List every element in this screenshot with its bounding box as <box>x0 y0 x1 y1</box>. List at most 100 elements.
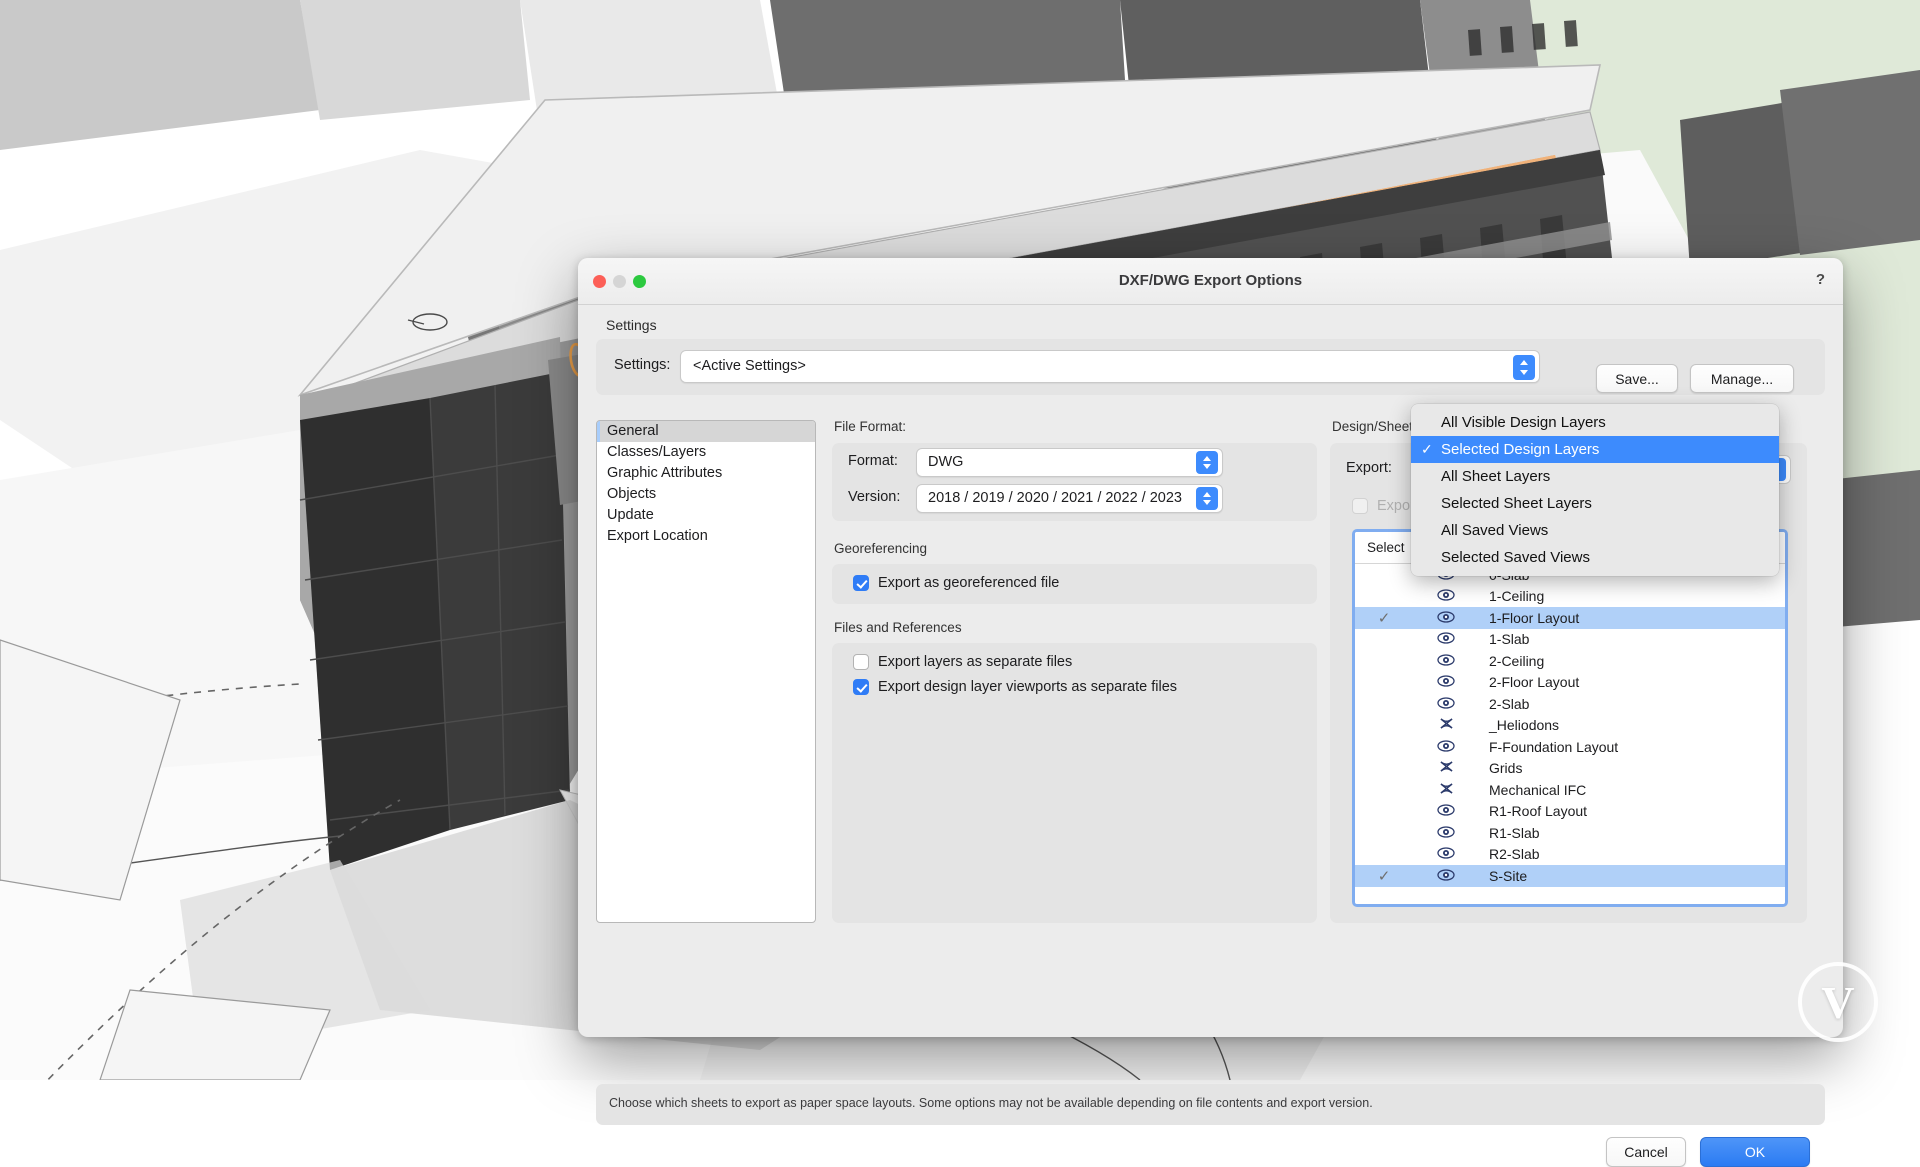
menu-item[interactable]: All Saved Views <box>1411 517 1779 544</box>
eye-hidden-icon <box>1439 717 1454 730</box>
files-references-group: Export layers as separate files Export d… <box>832 643 1317 923</box>
layer-visible-icon[interactable] <box>1413 696 1479 712</box>
table-row[interactable]: 2-Floor Layout <box>1355 672 1785 694</box>
format-combo-value: DWG <box>928 454 963 470</box>
save-button[interactable]: Save... <box>1596 364 1678 393</box>
export-georeferenced-checkbox[interactable] <box>853 575 869 591</box>
eye-icon <box>1437 869 1455 881</box>
sidebar-item-export-location[interactable]: Export Location <box>597 526 815 547</box>
sidebar-item-objects[interactable]: Objects <box>597 484 815 505</box>
sidebar-item-general[interactable]: General <box>597 421 815 442</box>
table-row[interactable]: _Heliodons <box>1355 715 1785 737</box>
manage-button[interactable]: Manage... <box>1690 364 1794 393</box>
export-viewports-separate-checkbox[interactable] <box>853 679 869 695</box>
row-checkmark-icon[interactable]: ✓ <box>1355 609 1413 627</box>
settings-combo-stepper-icon[interactable] <box>1513 355 1535 380</box>
export-label: Export: <box>1346 460 1392 476</box>
export-viewports-separate-label: Export design layer viewports as separat… <box>878 679 1177 695</box>
layer-visible-icon[interactable] <box>1413 868 1479 884</box>
layer-name: F-Foundation Layout <box>1479 739 1618 755</box>
format-label: Format: <box>848 453 898 469</box>
sidebar-item-classes-layers[interactable]: Classes/Layers <box>597 442 815 463</box>
layer-visible-icon[interactable] <box>1413 674 1479 690</box>
menu-item[interactable]: All Visible Design Layers <box>1411 409 1779 436</box>
menu-item[interactable]: All Sheet Layers <box>1411 463 1779 490</box>
export-type-dropdown-menu[interactable]: All Visible Design Layers✓Selected Desig… <box>1411 404 1779 576</box>
eye-icon <box>1437 654 1455 666</box>
menu-item[interactable]: ✓Selected Design Layers <box>1411 436 1779 463</box>
dxf-dwg-export-options-dialog: DXF/DWG Export Options ? Settings Settin… <box>578 258 1843 1037</box>
table-row[interactable]: 1-Slab <box>1355 629 1785 651</box>
table-row[interactable]: Grids <box>1355 758 1785 780</box>
design-layers-rows[interactable]: 0-Slab1-Ceiling✓1-Floor Layout1-Slab2-Ce… <box>1355 564 1785 904</box>
table-row[interactable]: ✓1-Floor Layout <box>1355 607 1785 629</box>
format-combo-stepper-icon[interactable] <box>1196 451 1218 474</box>
layer-visible-icon[interactable] <box>1413 610 1479 626</box>
table-row[interactable]: R1-Roof Layout <box>1355 801 1785 823</box>
layer-visible-icon[interactable] <box>1413 825 1479 841</box>
settings-combo[interactable]: <Active Settings> <box>680 350 1540 383</box>
export-viewports-separate-row[interactable]: Export design layer viewports as separat… <box>853 679 1177 695</box>
table-row[interactable]: R1-Slab <box>1355 822 1785 844</box>
table-row[interactable]: ✓ S-Site <box>1355 865 1785 887</box>
settings-group: Settings: <Active Settings> Save... Mana… <box>596 339 1825 395</box>
export-layers-separate-checkbox[interactable] <box>853 654 869 670</box>
layer-hidden-icon[interactable] <box>1413 717 1479 733</box>
dialog-titlebar[interactable]: DXF/DWG Export Options ? <box>578 258 1843 305</box>
eye-icon <box>1437 675 1455 687</box>
layer-visible-icon[interactable] <box>1413 631 1479 647</box>
settings-field-label: Settings: <box>614 357 670 373</box>
layer-name: 1-Ceiling <box>1479 588 1544 604</box>
design-layers-list[interactable]: Select 0-Slab1-Ceiling✓1-Floor Layout1-S… <box>1352 529 1788 907</box>
layer-name: 2-Floor Layout <box>1479 674 1579 690</box>
files-references-group-label: Files and References <box>834 620 962 635</box>
layer-visible-icon[interactable] <box>1413 739 1479 755</box>
eye-icon <box>1437 804 1455 816</box>
layer-hidden-icon[interactable] <box>1413 782 1479 798</box>
georeferencing-group-label: Georeferencing <box>834 541 927 556</box>
settings-combo-value: <Active Settings> <box>693 358 806 374</box>
format-combo[interactable]: DWG <box>916 448 1223 477</box>
menu-item[interactable]: Selected Saved Views <box>1411 544 1779 571</box>
version-combo[interactable]: 2018 / 2019 / 2020 / 2021 / 2022 / 2023 <box>916 484 1223 513</box>
eye-icon <box>1437 847 1455 859</box>
layer-hidden-icon[interactable] <box>1413 760 1479 776</box>
layer-name: _Heliodons <box>1479 717 1559 733</box>
version-label: Version: <box>848 489 900 505</box>
layer-visible-icon[interactable] <box>1413 846 1479 862</box>
ok-button[interactable]: OK <box>1700 1137 1810 1167</box>
table-row[interactable]: R2-Slab <box>1355 844 1785 866</box>
layer-visible-icon[interactable] <box>1413 803 1479 819</box>
export-layers-separate-row[interactable]: Export layers as separate files <box>853 654 1072 670</box>
help-text: Choose which sheets to export as paper s… <box>609 1096 1373 1110</box>
table-row[interactable]: Mechanical IFC <box>1355 779 1785 801</box>
settings-category-list[interactable]: General Classes/Layers Graphic Attribute… <box>596 420 816 923</box>
layer-name: Mechanical IFC <box>1479 782 1586 798</box>
eye-hidden-icon <box>1439 782 1454 795</box>
layer-visible-icon[interactable] <box>1413 653 1479 669</box>
help-icon[interactable]: ? <box>1816 271 1825 288</box>
table-row[interactable]: 2-Slab <box>1355 693 1785 715</box>
dialog-title: DXF/DWG Export Options <box>578 272 1843 289</box>
table-row[interactable]: 1-Ceiling <box>1355 586 1785 608</box>
table-row[interactable]: F-Foundation Layout <box>1355 736 1785 758</box>
export-georeferenced-row[interactable]: Export as georeferenced file <box>853 575 1059 591</box>
version-combo-stepper-icon[interactable] <box>1196 487 1218 510</box>
menu-item[interactable]: Selected Sheet Layers <box>1411 490 1779 517</box>
eye-icon <box>1437 740 1455 752</box>
menu-item-label: All Sheet Layers <box>1441 468 1550 485</box>
help-text-box: Choose which sheets to export as paper s… <box>596 1084 1825 1125</box>
layer-visible-icon[interactable] <box>1413 588 1479 604</box>
layer-name: S-Site <box>1479 868 1527 884</box>
layer-name: 1-Slab <box>1479 631 1529 647</box>
eye-icon <box>1437 611 1455 623</box>
sidebar-item-graphic-attributes[interactable]: Graphic Attributes <box>597 463 815 484</box>
layer-name: 2-Ceiling <box>1479 653 1544 669</box>
table-row[interactable]: 2-Ceiling <box>1355 650 1785 672</box>
layer-name: 2-Slab <box>1479 696 1529 712</box>
cancel-button[interactable]: Cancel <box>1606 1137 1686 1167</box>
menu-item-label: Selected Design Layers <box>1441 441 1599 458</box>
sidebar-item-update[interactable]: Update <box>597 505 815 526</box>
row-checkmark-icon[interactable]: ✓ <box>1355 867 1413 885</box>
menu-item-label: All Saved Views <box>1441 522 1548 539</box>
